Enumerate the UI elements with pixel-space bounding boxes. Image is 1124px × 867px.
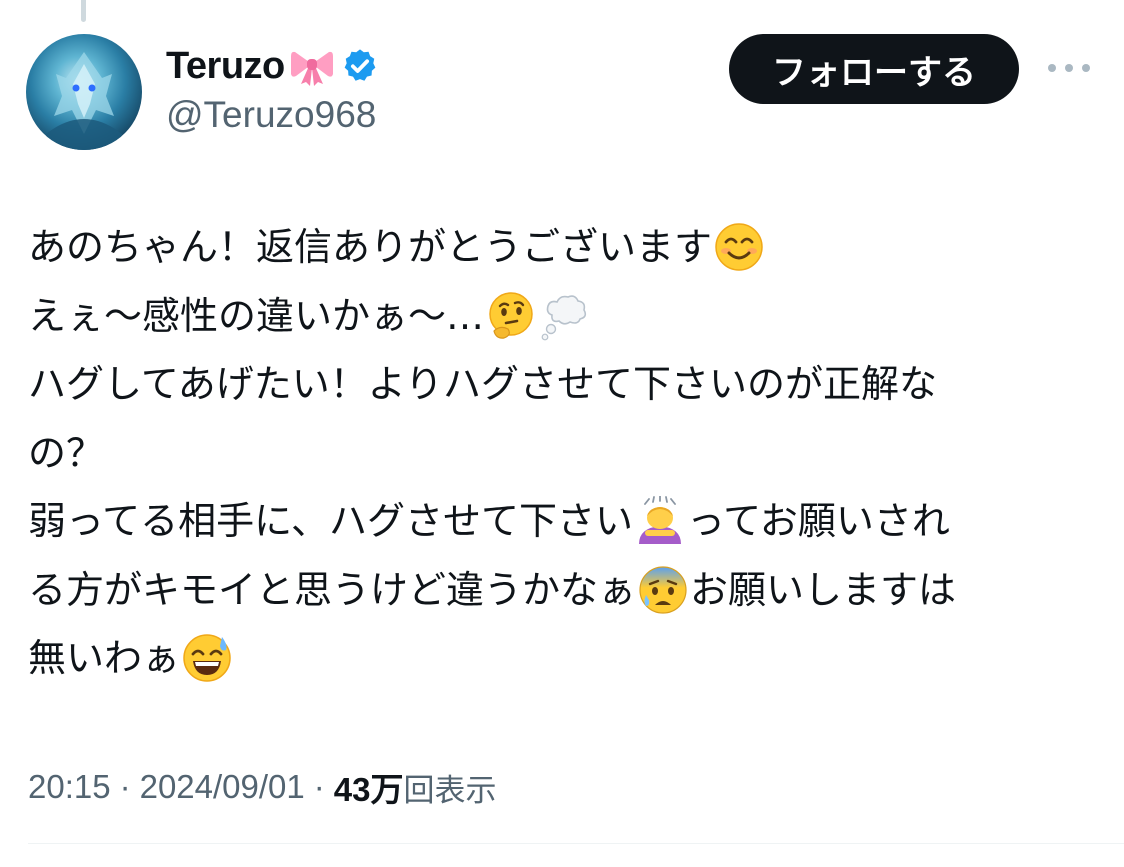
avatar[interactable] [26, 34, 142, 150]
thread-connector-line [81, 0, 86, 22]
tweet-line: 弱ってる相手に、ハグさせて下さい ってお願いされ [28, 487, 1088, 556]
tweet-text: あのちゃん！返信ありがとうございます えぇ〜感性の違いかぁ〜… ハグしてあげたい… [28, 213, 1088, 693]
verified-badge-icon[interactable] [341, 47, 379, 85]
author-names: Teruzo @Teruzo968 [166, 40, 379, 136]
views-label: 回表示 [403, 772, 497, 809]
tweet-time[interactable]: 20:15 [28, 768, 111, 806]
more-dot [1048, 64, 1056, 72]
meta-separator: · [119, 768, 131, 805]
tweet-line: る方がキモイと思うけど違うかなぁ お願いしますは [28, 556, 1088, 625]
tweet-line: えぇ〜感性の違いかぁ〜… [28, 282, 1088, 351]
tweet-header: Teruzo @Teruzo968 フォローする [26, 34, 1106, 152]
grinning-sweat-emoji-icon [182, 633, 232, 683]
tweet-line-text: の？ [28, 430, 105, 475]
tweet-line: の？ [28, 419, 1088, 488]
tweet-line-text: あのちゃん！返信ありがとうございます [28, 225, 713, 269]
more-dot [1082, 64, 1090, 72]
anxious-face-sweat-emoji-icon [638, 565, 688, 615]
tweet-line-text: 弱ってる相手に、ハグさせて下さい [28, 499, 633, 543]
avatar-dragon-image [46, 52, 122, 150]
tweet-meta: 20:15 · 2024/09/01 · 43万 回表示 [28, 762, 496, 812]
tweet-line-text: えぇ〜感性の違いかぁ〜… [28, 293, 485, 338]
tweet-line-text: 無いわぁ [28, 636, 181, 680]
thinking-face-emoji-icon [486, 291, 536, 341]
tweet-line: ハグしてあげたい！よりハグさせて下さいのが正解な [28, 350, 1088, 419]
views-count[interactable]: 43万 [334, 763, 404, 811]
tweet-line-text: ってお願いされ [686, 499, 950, 543]
ribbon-emoji-icon [289, 46, 335, 86]
more-dot [1065, 64, 1073, 72]
smiling-face-emoji-icon [714, 222, 764, 272]
person-bowing-emoji-icon [635, 496, 685, 546]
tweet-line: 無いわぁ [28, 624, 1088, 693]
thought-balloon-emoji-icon [540, 291, 590, 341]
tweet-line-text: る方がキモイと思うけど違うかなぁ [28, 567, 637, 612]
display-name-row: Teruzo [166, 40, 379, 92]
tweet-date[interactable]: 2024/09/01 [140, 768, 305, 806]
divider [28, 843, 1124, 844]
display-name[interactable]: Teruzo [166, 45, 285, 88]
follow-button[interactable]: フォローする [729, 34, 1019, 104]
tweet-line-text: ハグしてあげたい！よりハグさせて下さいのが正解な [28, 362, 937, 406]
author-handle[interactable]: @Teruzo968 [166, 94, 379, 136]
meta-separator: · [313, 768, 325, 805]
tweet-line: あのちゃん！返信ありがとうございます [28, 213, 1088, 282]
more-options-icon[interactable] [1048, 58, 1090, 78]
tweet-line-text: お願いしますは [690, 567, 957, 612]
